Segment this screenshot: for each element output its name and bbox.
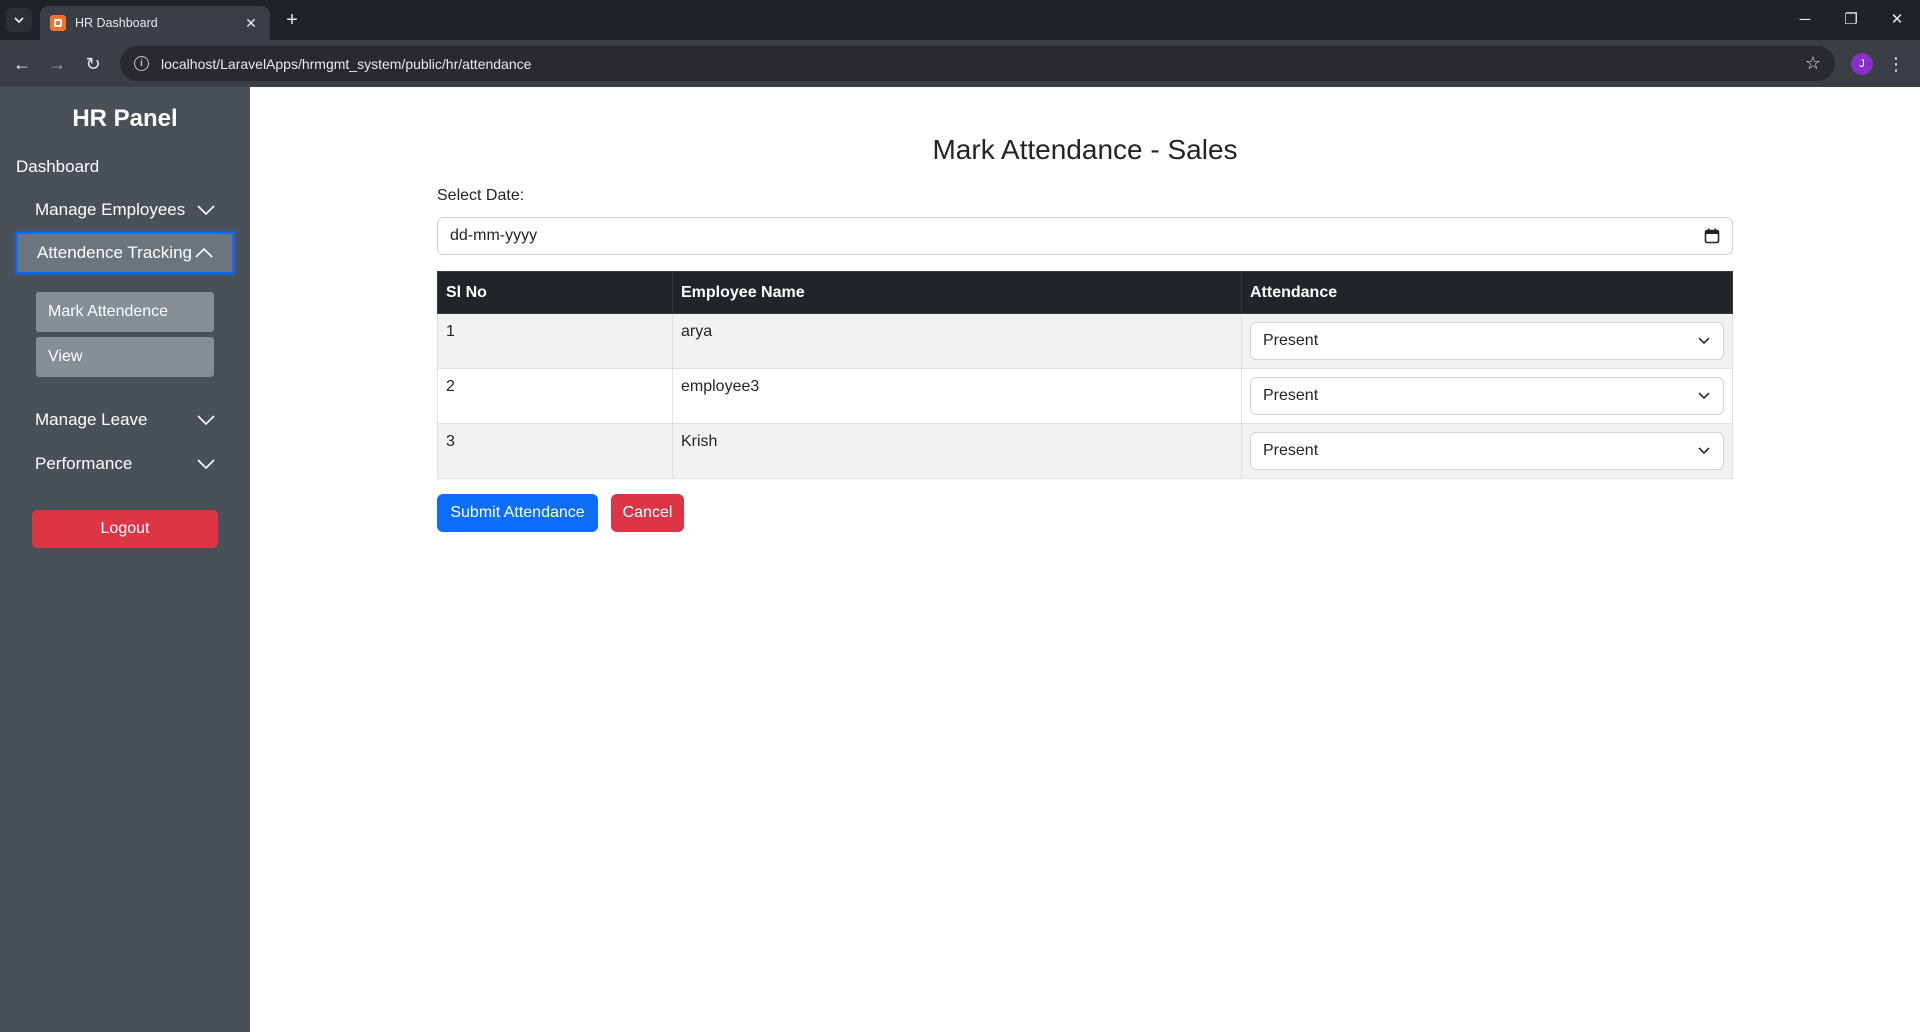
tab-title: HR Dashboard <box>75 16 158 30</box>
tab-search-button[interactable] <box>6 8 32 32</box>
attendance-select-value: Present <box>1263 442 1319 459</box>
date-input[interactable]: dd-mm-yyyy <box>437 217 1733 255</box>
submit-attendance-button[interactable]: Submit Attendance <box>437 494 598 532</box>
sidebar: HR Panel Dashboard Manage Employees Atte… <box>0 87 250 1032</box>
close-tab-icon[interactable]: ✕ <box>242 15 260 32</box>
sidebar-item-dashboard[interactable]: Dashboard <box>16 157 99 177</box>
profile-avatar[interactable]: J <box>1851 53 1873 75</box>
attendance-select[interactable]: Present <box>1250 377 1724 415</box>
restore-icon[interactable]: ❐ <box>1828 8 1874 32</box>
table-row: 2 employee3 Present <box>437 368 1733 424</box>
sl-no-cell: 3 <box>437 423 673 479</box>
back-arrow-icon[interactable]: ← <box>10 52 34 76</box>
chevron-down-icon <box>196 456 216 472</box>
new-tab-icon[interactable]: + <box>282 10 302 30</box>
forward-arrow-icon[interactable]: → <box>45 52 69 76</box>
attendance-cell: Present <box>1241 313 1733 369</box>
sidebar-title: HR Panel <box>72 105 178 132</box>
site-info-icon[interactable]: i <box>134 56 149 71</box>
chevron-down-icon <box>1698 447 1710 455</box>
employee-name-cell: Krish <box>672 423 1242 479</box>
sidebar-item-manage-leave[interactable]: Manage Leave <box>16 399 234 441</box>
sidebar-item-label: Manage Leave <box>35 410 148 429</box>
attendance-select[interactable]: Present <box>1250 432 1724 470</box>
browser-toolbar: ← → ↻ i localhost/LaravelApps/hrmgmt_sys… <box>0 40 1920 87</box>
chevron-down-icon <box>14 17 24 24</box>
table-row: 1 arya Present <box>437 313 1733 369</box>
sidebar-item-label: Manage Employees <box>35 200 186 219</box>
chevron-down-icon <box>196 202 216 218</box>
sl-no-cell: 1 <box>437 313 673 369</box>
browser-menu-icon[interactable]: ⋮ <box>1887 52 1905 76</box>
sidebar-item-manage-employees[interactable]: Manage Employees <box>16 189 234 231</box>
page-title: Mark Attendance - Sales <box>932 134 1238 165</box>
table-row: 3 Krish Present <box>437 423 1733 479</box>
sidebar-item-label: Attendence Tracking <box>37 243 192 262</box>
minimize-icon[interactable]: ─ <box>1782 8 1828 32</box>
employee-name-cell: arya <box>672 313 1242 369</box>
close-window-icon[interactable]: ✕ <box>1874 8 1920 32</box>
attendance-select[interactable]: Present <box>1250 322 1724 360</box>
sl-no-cell: 2 <box>437 368 673 424</box>
calendar-icon[interactable] <box>1704 228 1720 244</box>
attendance-select-value: Present <box>1263 387 1319 404</box>
sidebar-item-label: Performance <box>35 454 133 473</box>
attendance-table: Sl No Employee Name Attendance 1 arya Pr… <box>437 271 1733 479</box>
table-header-row: Sl No Employee Name Attendance <box>437 271 1733 314</box>
attendance-select-value: Present <box>1263 332 1319 349</box>
employee-name-cell: employee3 <box>672 368 1242 424</box>
sidebar-item-performance[interactable]: Performance <box>16 443 234 485</box>
column-header-attendance: Attendance <box>1241 271 1733 314</box>
column-header-sl-no: Sl No <box>437 271 673 314</box>
reload-icon[interactable]: ↻ <box>81 52 105 76</box>
chevron-up-icon <box>194 245 214 261</box>
attendance-cell: Present <box>1241 368 1733 424</box>
browser-tab-strip: HR Dashboard ✕ + ─ ❐ ✕ <box>0 0 1920 40</box>
xampp-favicon-icon <box>50 15 66 31</box>
url-text: localhost/LaravelApps/hrmgmt_system/publ… <box>161 55 532 72</box>
chevron-down-icon <box>1698 392 1710 400</box>
browser-tab[interactable]: HR Dashboard ✕ <box>40 6 270 40</box>
sidebar-subitem-mark-attendence[interactable]: Mark Attendence <box>36 292 214 332</box>
chevron-down-icon <box>196 412 216 428</box>
column-header-employee-name: Employee Name <box>672 271 1242 314</box>
date-label: Select Date: <box>437 187 525 204</box>
sidebar-item-attendence-tracking[interactable]: Attendence Tracking <box>16 232 234 274</box>
date-placeholder: dd-mm-yyyy <box>450 227 538 244</box>
bookmark-star-icon[interactable]: ☆ <box>1805 53 1821 74</box>
main-content: Mark Attendance - Sales Select Date: dd-… <box>250 87 1920 1032</box>
chevron-down-icon <box>1698 337 1710 345</box>
attendance-cell: Present <box>1241 423 1733 479</box>
sidebar-subitem-view[interactable]: View <box>36 337 214 377</box>
address-bar[interactable]: i localhost/LaravelApps/hrmgmt_system/pu… <box>120 46 1835 81</box>
cancel-button[interactable]: Cancel <box>611 494 684 532</box>
logout-button[interactable]: Logout <box>32 510 218 548</box>
